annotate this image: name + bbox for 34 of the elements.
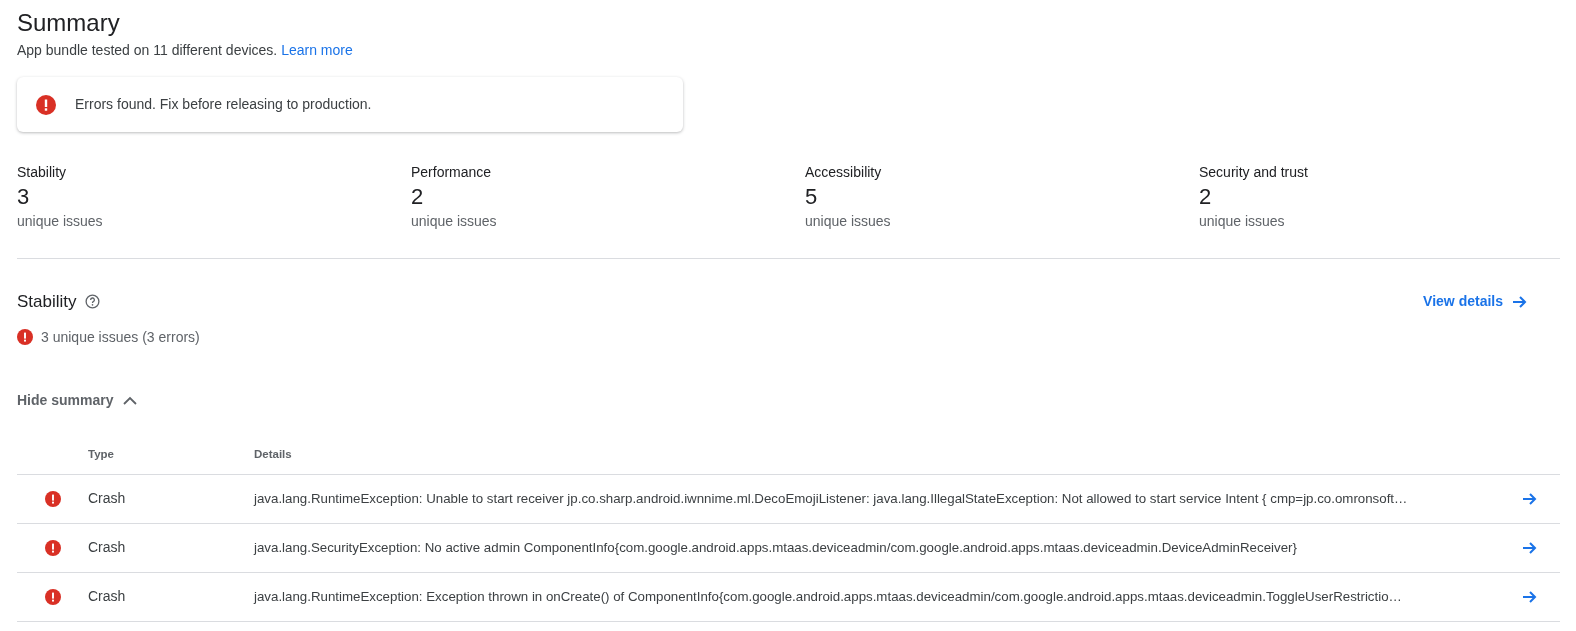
- arrow-icon: [1522, 491, 1538, 506]
- column-header: Type: [88, 447, 115, 463]
- table-cell-text: Crash: [88, 587, 127, 606]
- metric-label: Security and trust: [1199, 163, 1309, 182]
- page-title: Summary: [17, 8, 121, 38]
- help-icon[interactable]: [84, 294, 100, 310]
- arrow-icon: [1522, 589, 1538, 604]
- metric-caption: unique issues: [17, 212, 104, 231]
- metric-value: 2: [411, 183, 425, 211]
- view-details-link[interactable]: View details: [1423, 291, 1528, 313]
- table-cell-text: java.lang.RuntimeException: Unable to start receiver jp.co.sharp.android.iwnnime.ml.DecoEmojiListener: java.lang.IllegalStateException: Not allowed to start service Intent { cmp=jp.co.omronsoft…: [254, 489, 1409, 508]
- metric-value: 2: [1199, 183, 1213, 211]
- arrow-icon: [1512, 294, 1528, 309]
- metric-label: Accessibility: [805, 163, 883, 182]
- subtitle-text: App bundle tested on 11 different devices. Learn more: [17, 41, 354, 60]
- arrow-icon: [1522, 540, 1538, 555]
- metric-caption: unique issues: [805, 212, 892, 231]
- metric-value: 3: [17, 183, 31, 211]
- table-cell-text: Crash: [88, 489, 127, 508]
- hide-summary-toggle[interactable]: Hide summary: [17, 389, 138, 411]
- table-cell-text: Crash: [88, 538, 127, 557]
- learn-more-link[interactable]: Learn more: [281, 42, 353, 58]
- metric-caption: unique issues: [1199, 212, 1286, 231]
- metric-label: Stability: [17, 163, 68, 182]
- section-title: Stability: [17, 291, 77, 313]
- chevron-up-icon: [123, 395, 138, 405]
- alert-text: Errors found. Fix before releasing to production.: [75, 95, 372, 114]
- metric-value: 5: [805, 183, 819, 211]
- metric-caption: unique issues: [411, 212, 498, 231]
- table-cell-text: java.lang.RuntimeException: Exception thrown in onCreate() of ComponentInfo{com.google.android.apps.mtaas.deviceadmin/com.google.android.apps.mtaas.deviceadmin.ToggleUserRestrictio…: [254, 587, 1403, 606]
- table-cell-text: java.lang.SecurityException: No active admin ComponentInfo{com.google.android.apps.mtaas.deviceadmin/com.google.android.apps.mtaas.deviceadmin.DeviceAdminReceiver}: [254, 538, 1298, 557]
- metric-label: Performance: [411, 163, 493, 182]
- issues-summary: 3 unique issues (3 errors): [41, 327, 200, 347]
- column-header: Details: [254, 447, 293, 463]
